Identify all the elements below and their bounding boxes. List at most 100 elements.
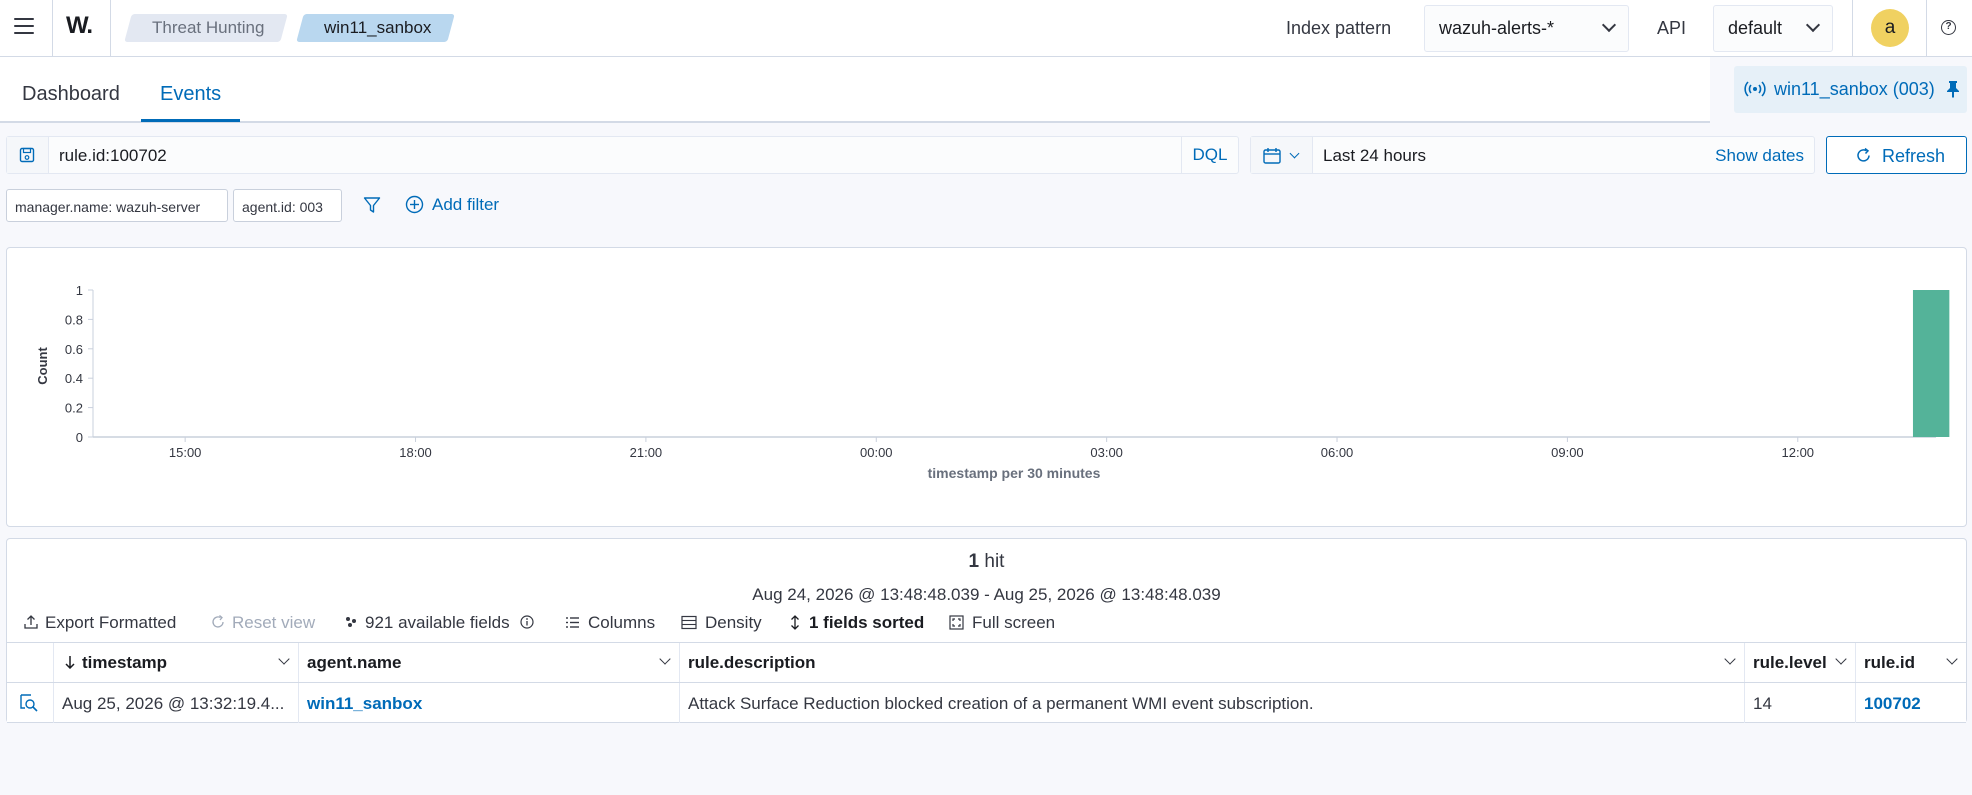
query-language-button[interactable]: DQL — [1181, 137, 1238, 173]
table-header: timestamp agent.name rule.description ru… — [7, 642, 1966, 683]
agent-pin-badge[interactable]: win11_sanbox (003) — [1734, 66, 1967, 113]
x-axis-label: timestamp per 30 minutes — [928, 465, 1101, 481]
index-pattern-label: Index pattern — [1286, 18, 1392, 38]
columns-button[interactable]: Columns — [565, 613, 655, 633]
results-date-range: Aug 24, 2026 @ 13:48:48.039 - Aug 25, 20… — [752, 585, 1221, 604]
chevron-down-icon[interactable] — [278, 653, 290, 665]
column-label: agent.name — [307, 653, 402, 672]
index-pattern-select[interactable]: wazuh-alerts-* — [1424, 5, 1629, 52]
add-filter-button[interactable]: Add filter — [405, 195, 499, 215]
y-tick-label: 1 — [76, 283, 83, 298]
time-range-label[interactable]: Last 24 hours — [1323, 146, 1426, 166]
cell-agent-name[interactable]: win11_sanbox — [298, 683, 679, 723]
chevron-down-icon[interactable] — [1724, 653, 1736, 665]
saved-query-button[interactable] — [7, 137, 49, 173]
density-button[interactable]: Density — [681, 613, 762, 633]
column-label: rule.id — [1864, 653, 1916, 672]
x-tick-label: 12:00 — [1782, 445, 1815, 460]
agent-pin-label: win11_sanbox (003) — [1774, 79, 1935, 99]
refresh-icon — [1857, 147, 1870, 162]
wazuh-logo[interactable]: W. — [66, 12, 93, 40]
sort-fields-label: 1 fields sorted — [809, 613, 925, 632]
breadcrumb-agent[interactable]: win11_sanbox — [296, 14, 456, 42]
histogram-chart[interactable]: 0 0.2 0.4 0.6 0.8 1 15:00 18:00 21:00 00:00 03:00… — [7, 248, 1966, 526]
filter-icon[interactable] — [363, 196, 381, 214]
x-tick-label: 06:00 — [1321, 445, 1354, 460]
header-divider — [1852, 0, 1853, 57]
available-fields-button[interactable]: 921 available fields — [344, 613, 534, 633]
density-label: Density — [705, 613, 762, 632]
column-header-agent-name[interactable]: agent.name — [298, 643, 679, 682]
pin-icon[interactable] — [1946, 80, 1960, 98]
active-tab-indicator — [141, 119, 240, 122]
chevron-down-icon[interactable] — [1946, 653, 1958, 665]
y-tick-label: 0.2 — [65, 401, 83, 416]
column-header-rule-id[interactable]: rule.id — [1855, 643, 1966, 682]
column-label: timestamp — [82, 653, 168, 672]
columns-label: Columns — [588, 613, 656, 632]
row-inspect-button[interactable] — [7, 683, 53, 723]
index-pattern-value: wazuh-alerts-* — [1439, 18, 1555, 38]
chevron-down-icon[interactable] — [659, 653, 671, 665]
info-icon[interactable] — [520, 615, 534, 629]
table-density-icon — [681, 615, 697, 629]
cell-rule-description: Attack Surface Reduction blocked creatio… — [679, 683, 1744, 723]
hits-count: 1 hit — [7, 551, 1966, 573]
fields-icon — [346, 616, 356, 627]
tabs-bar: Dashboard Events — [0, 57, 1710, 123]
api-value: default — [1728, 18, 1783, 38]
header-divider — [52, 0, 53, 57]
inspect-icon — [20, 694, 38, 712]
hits-number: 1 — [968, 551, 980, 572]
query-input[interactable]: rule.id:100702 — [59, 146, 167, 166]
column-header-rule-level[interactable]: rule.level — [1744, 643, 1855, 682]
header-divider — [110, 0, 111, 57]
x-tick-label: 15:00 — [169, 445, 202, 460]
quick-select-button[interactable] — [1251, 137, 1313, 173]
sort-descending-icon — [65, 656, 75, 670]
cell-timestamp: Aug 25, 2026 @ 13:32:19.4... — [53, 683, 298, 723]
y-tick-label: 0.6 — [65, 342, 83, 357]
export-formatted-button[interactable]: Export Formatted — [23, 613, 176, 633]
api-select[interactable]: default — [1713, 5, 1833, 52]
filter-pill-manager[interactable]: manager.name: wazuh-server — [6, 189, 228, 222]
available-fields-label: 921 available fields — [365, 613, 510, 632]
header-divider — [1926, 0, 1927, 57]
avatar[interactable]: a — [1871, 9, 1909, 47]
x-tick-label: 09:00 — [1551, 445, 1584, 460]
y-tick-label: 0.4 — [65, 371, 83, 386]
chevron-down-icon[interactable] — [1835, 653, 1847, 665]
histogram-bar[interactable] — [1912, 290, 1950, 437]
chevron-down-icon — [1601, 17, 1617, 33]
tab-dashboard[interactable]: Dashboard — [22, 83, 120, 106]
full-screen-button[interactable]: Full screen — [949, 613, 1055, 633]
menu-icon[interactable] — [14, 18, 34, 34]
chevron-down-icon — [1289, 148, 1300, 159]
refresh-label: Refresh — [1882, 146, 1946, 166]
breadcrumb-threat-hunting[interactable]: Threat Hunting — [124, 14, 289, 42]
cell-rule-level: 14 — [1744, 683, 1855, 723]
header-control-column — [7, 643, 53, 682]
date-picker: Last 24 hours Show dates — [1250, 136, 1815, 174]
tab-events[interactable]: Events — [160, 83, 221, 106]
column-header-timestamp[interactable]: timestamp — [53, 643, 298, 682]
x-tick-label: 03:00 — [1090, 445, 1123, 460]
hits-label: hit — [984, 551, 1005, 572]
filter-pill-agent[interactable]: agent.id: 003 — [233, 189, 342, 222]
api-label: API — [1657, 18, 1687, 38]
chevron-down-icon — [1805, 17, 1821, 33]
full-screen-label: Full screen — [972, 613, 1056, 632]
broadcast-icon — [1744, 81, 1766, 97]
column-header-rule-description[interactable]: rule.description — [679, 643, 1744, 682]
help-icon[interactable]: ? — [1941, 20, 1956, 35]
save-icon — [19, 147, 35, 163]
reset-view-button[interactable]: Reset view — [210, 613, 315, 633]
y-tick-label: 0 — [76, 430, 83, 445]
sort-fields-button[interactable]: 1 fields sorted — [789, 613, 924, 633]
top-header: W. Threat Hunting win11_sanbox Index pat… — [0, 0, 1972, 57]
list-icon — [566, 616, 579, 628]
show-dates-button[interactable]: Show dates — [1715, 146, 1804, 166]
query-bar: rule.id:100702 DQL — [6, 136, 1239, 174]
cell-rule-id[interactable]: 100702 — [1855, 683, 1966, 723]
refresh-button[interactable]: Refresh — [1826, 136, 1967, 174]
